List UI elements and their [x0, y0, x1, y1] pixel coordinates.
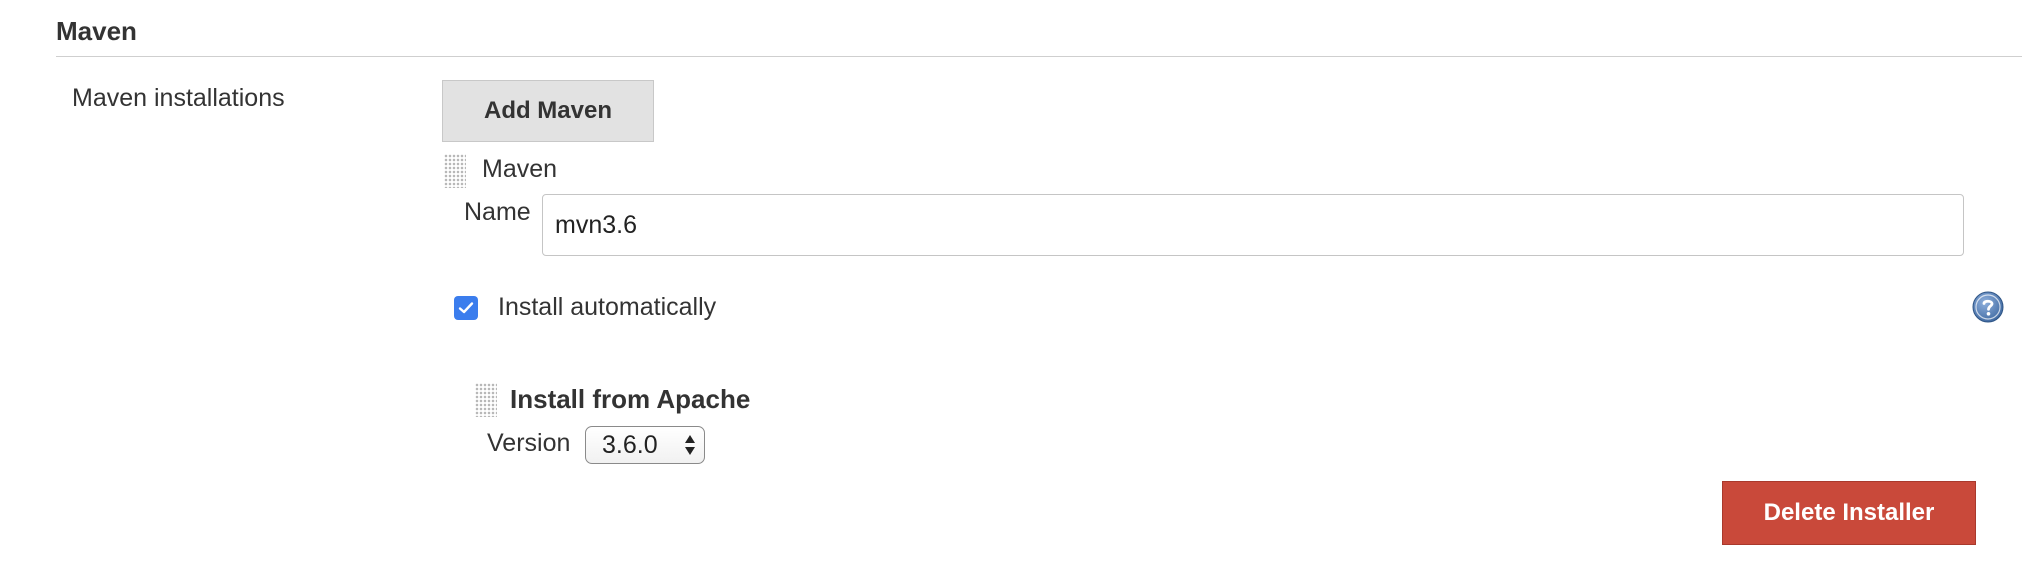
drag-handle-icon[interactable]	[444, 154, 466, 188]
select-arrows-icon	[685, 435, 695, 455]
installer-heading: Install from Apache	[510, 384, 751, 414]
section-divider	[56, 56, 2022, 57]
delete-installer-button[interactable]: Delete Installer	[1722, 481, 1976, 545]
add-maven-button[interactable]: Add Maven	[442, 80, 654, 142]
version-label: Version	[487, 429, 571, 457]
maven-installations-label: Maven installations	[72, 84, 285, 112]
maven-entry-heading: Maven	[482, 155, 558, 183]
maven-config-page: Maven Maven installations Add Maven Mave…	[0, 0, 2034, 574]
version-selected-value: 3.6.0	[602, 430, 658, 459]
install-automatically-checkbox[interactable]	[454, 296, 478, 320]
install-automatically-label[interactable]: Install automatically	[498, 291, 716, 323]
help-icon[interactable]	[1972, 291, 2004, 323]
version-select[interactable]: 3.6.0	[585, 426, 705, 464]
checkmark-icon	[458, 302, 474, 314]
name-input[interactable]	[542, 194, 1964, 256]
section-title: Maven	[56, 16, 137, 46]
drag-handle-icon[interactable]	[475, 383, 497, 417]
name-label: Name	[464, 198, 531, 226]
